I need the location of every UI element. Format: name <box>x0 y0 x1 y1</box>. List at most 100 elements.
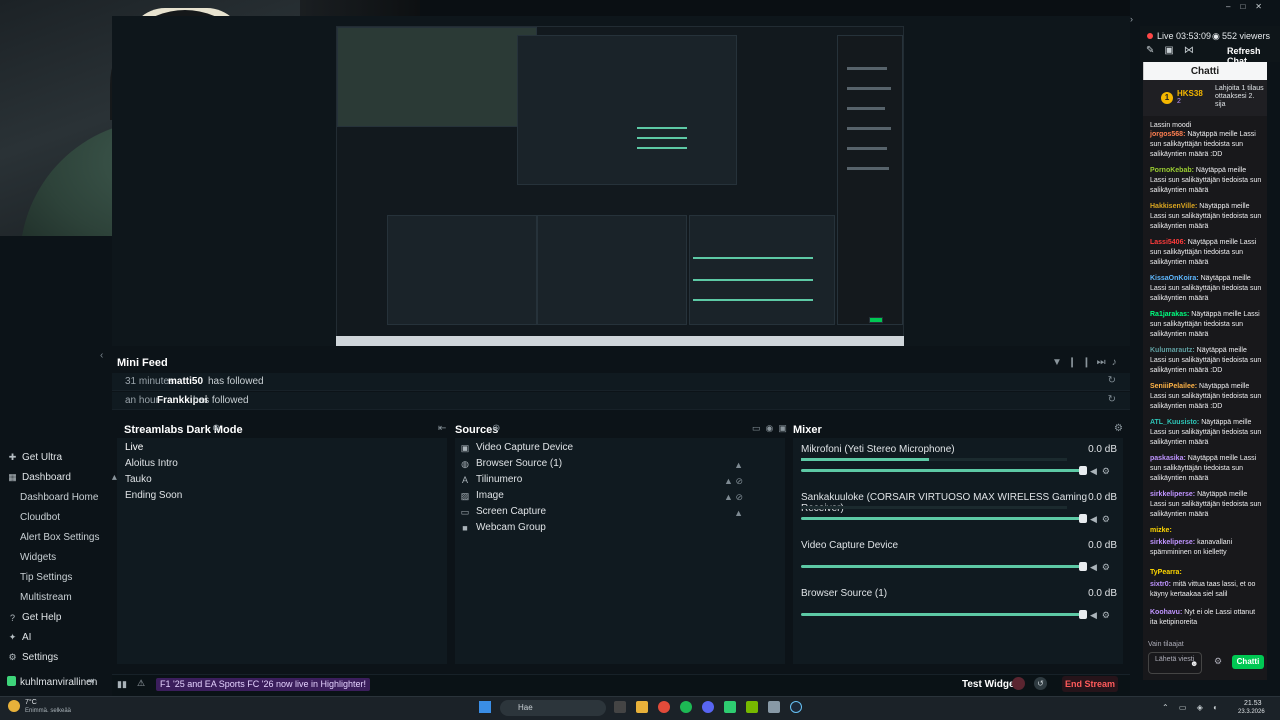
nav-multistream[interactable]: Multistream <box>20 592 72 603</box>
mixer-controls[interactable]: ◀⚙ <box>1090 610 1115 621</box>
nav-dashboard-home[interactable]: Dashboard Home <box>20 492 98 503</box>
volume-slider[interactable] <box>801 610 1087 619</box>
volume-slider[interactable] <box>801 514 1087 523</box>
scene-item[interactable]: Ending Soon <box>125 490 182 501</box>
stats-icon[interactable]: ▮▮ <box>117 679 127 690</box>
chat-username[interactable]: sixtr0: <box>1150 581 1171 588</box>
nav-cloudbot[interactable]: Cloudbot <box>20 512 60 523</box>
chat-username[interactable]: PornoKebab: <box>1150 167 1194 174</box>
source-item[interactable]: ▨ Image <box>460 490 504 501</box>
taskview-icon[interactable] <box>614 701 626 713</box>
speaker-icon[interactable]: ◀ <box>1090 514 1102 524</box>
chat-username[interactable]: Kulumarautz: <box>1150 347 1195 354</box>
app-icon[interactable] <box>768 701 780 713</box>
pause-icon[interactable]: ❙❙ <box>1068 357 1097 368</box>
chat-username[interactable]: sirkkeliperse: <box>1150 539 1195 546</box>
chat-username[interactable]: paskasika: <box>1150 455 1186 462</box>
window-controls[interactable]: –□✕ <box>1226 2 1272 11</box>
pencil-icon[interactable]: ✎ <box>1146 45 1164 56</box>
nav-settings[interactable]: ⚙ Settings <box>8 652 58 663</box>
chat-username[interactable]: KissaOnKoira: <box>1150 275 1199 282</box>
chevron-left-icon[interactable]: ‹ <box>100 350 103 361</box>
collapse-panel-icon[interactable]: ⇤ <box>438 423 446 434</box>
mini-feed-controls[interactable]: ▼❙❙⏭♪ <box>1052 357 1123 368</box>
weather-icon[interactable] <box>8 700 20 712</box>
add-source-icon[interactable]: ⊕ <box>492 423 500 434</box>
source-item[interactable]: ▣ Video Capture Device <box>460 442 573 453</box>
logout-icon[interactable]: ⇥ <box>86 676 94 687</box>
file-explorer-icon[interactable] <box>636 701 648 713</box>
source-item[interactable]: ■ Webcam Group <box>460 522 546 533</box>
nav-ai[interactable]: ✦ AI <box>8 632 32 643</box>
lock-icon[interactable]: ▲ <box>734 508 743 518</box>
speaker-icon[interactable]: ◀ <box>1090 466 1102 476</box>
volume-slider[interactable] <box>801 466 1087 475</box>
source-item[interactable]: ◍ Browser Source (1) <box>460 458 562 469</box>
gear-icon[interactable]: ⚙ <box>1102 562 1115 572</box>
repeat-icon[interactable]: ↻ <box>1108 394 1116 405</box>
chat-username[interactable]: Koohavu: <box>1150 609 1182 616</box>
lock-icon[interactable]: ▲ <box>734 460 743 470</box>
chat-username[interactable]: sirkkeliperse: <box>1150 491 1195 498</box>
nav-get-ultra[interactable]: ✚ Get Ultra <box>8 452 62 463</box>
mixer-controls[interactable]: ◀⚙ <box>1090 466 1115 477</box>
chat-send-button[interactable]: Chatti <box>1232 655 1264 669</box>
chat-username[interactable]: jorgos568: <box>1150 131 1185 138</box>
nav-alert-box-settings[interactable]: Alert Box Settings <box>20 532 99 543</box>
highlighter-promo[interactable]: F1 '25 and EA Sports FC '26 now live in … <box>156 678 371 691</box>
spotify-icon[interactable] <box>680 701 692 713</box>
start-icon[interactable] <box>479 701 491 713</box>
record-button[interactable] <box>1012 677 1025 690</box>
volume-slider-knob[interactable] <box>1079 514 1087 523</box>
chat-tools[interactable]: ✎▣⋈ <box>1146 45 1204 56</box>
gear-icon[interactable]: ⚙ <box>1102 466 1115 476</box>
steam-icon[interactable] <box>790 701 802 713</box>
volume-slider[interactable] <box>801 562 1087 571</box>
discord-icon[interactable] <box>702 701 714 713</box>
share-icon[interactable]: ⋈ <box>1184 45 1204 56</box>
eye-icon[interactable]: ◉ <box>766 423 779 433</box>
close-icon[interactable]: ✕ <box>1255 2 1272 11</box>
emote-icon[interactable]: ☻ <box>1190 659 1198 668</box>
visibility-icon[interactable]: ▲ ⊘ <box>724 492 743 503</box>
mixer-controls[interactable]: ◀⚙ <box>1090 562 1115 573</box>
chat-username[interactable]: ATL_Kuusisto: <box>1150 419 1199 426</box>
gear-icon[interactable]: ⚙ <box>1102 610 1115 620</box>
minimize-icon[interactable]: – <box>1226 2 1240 11</box>
taskbar-search[interactable]: Hae <box>500 700 606 716</box>
nvidia-icon[interactable] <box>746 701 758 713</box>
alert-icon[interactable]: ⚠ <box>137 678 145 689</box>
chat-username[interactable]: SeniiiPelailee: <box>1150 383 1197 390</box>
nav-tip-settings[interactable]: Tip Settings <box>20 572 72 583</box>
mixer-controls[interactable]: ◀⚙ <box>1090 514 1115 525</box>
source-item[interactable]: ▭ Screen Capture <box>460 506 546 517</box>
scene-item[interactable]: Aloitus Intro <box>125 458 178 469</box>
chevron-up-icon[interactable]: ▴ <box>112 472 117 483</box>
replay-icon[interactable]: ↺ <box>1034 677 1047 690</box>
chat-username[interactable]: Lassi5406: <box>1150 239 1186 246</box>
chat-username[interactable]: mizke: <box>1150 527 1172 534</box>
source-tools[interactable]: ▭◉▣ <box>752 423 792 434</box>
chevron-right-icon[interactable]: › <box>1130 14 1133 24</box>
system-tray[interactable]: ⌃ ▭ ◈ ◐ <box>1162 703 1222 712</box>
nav-widgets[interactable]: Widgets <box>20 552 56 563</box>
add-scene-icon[interactable]: ⊕ <box>212 423 220 434</box>
gear-icon[interactable]: ⚙ <box>1214 656 1222 667</box>
filter-icon[interactable]: ▼ <box>1052 357 1068 368</box>
skip-icon[interactable]: ⏭ <box>1097 357 1112 368</box>
volume-slider-knob[interactable] <box>1079 562 1087 571</box>
folder-icon[interactable]: ▭ <box>752 423 766 433</box>
speaker-icon[interactable]: ◀ <box>1090 610 1102 620</box>
volume-icon[interactable]: ♪ <box>1112 357 1123 368</box>
volume-slider-knob[interactable] <box>1079 610 1087 619</box>
source-item[interactable]: A Tilinumero <box>460 474 522 485</box>
volume-slider-knob[interactable] <box>1079 466 1087 475</box>
scene-item[interactable]: Tauko <box>125 474 152 485</box>
speaker-icon[interactable]: ◀ <box>1090 562 1102 572</box>
nav-dashboard[interactable]: ▦ Dashboard ▴ <box>8 472 117 483</box>
gear-icon[interactable]: ⚙ <box>1114 423 1123 434</box>
maximize-icon[interactable]: □ <box>1240 2 1255 11</box>
visibility-icon[interactable]: ▲ ⊘ <box>724 476 743 487</box>
chat-username[interactable]: TyPearra: <box>1150 569 1182 576</box>
browser-icon[interactable] <box>658 701 670 713</box>
